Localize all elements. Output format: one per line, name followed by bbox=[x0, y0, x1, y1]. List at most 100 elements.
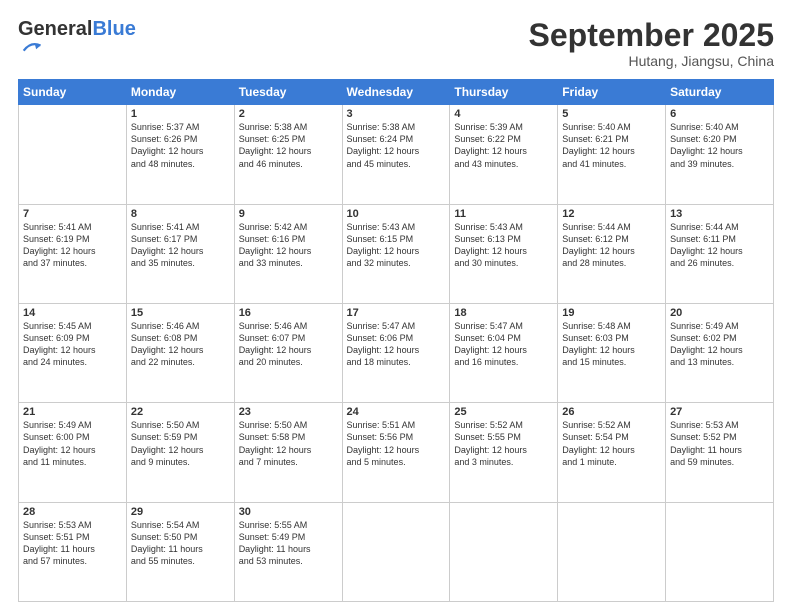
table-row: 2Sunrise: 5:38 AMSunset: 6:25 PMDaylight… bbox=[234, 105, 342, 204]
day-number: 12 bbox=[562, 208, 661, 220]
day-number: 6 bbox=[670, 108, 769, 120]
day-number: 1 bbox=[131, 108, 230, 120]
table-row bbox=[342, 502, 450, 601]
day-number: 30 bbox=[239, 506, 338, 518]
calendar-page: GeneralBlue September 2025 Hutang, Jiang… bbox=[0, 0, 792, 612]
table-row: 3Sunrise: 5:38 AMSunset: 6:24 PMDaylight… bbox=[342, 105, 450, 204]
day-info: Sunrise: 5:44 AMSunset: 6:12 PMDaylight:… bbox=[562, 221, 661, 270]
day-number: 25 bbox=[454, 406, 553, 418]
table-row: 13Sunrise: 5:44 AMSunset: 6:11 PMDayligh… bbox=[666, 204, 774, 303]
table-row: 22Sunrise: 5:50 AMSunset: 5:59 PMDayligh… bbox=[126, 403, 234, 502]
table-row: 27Sunrise: 5:53 AMSunset: 5:52 PMDayligh… bbox=[666, 403, 774, 502]
day-number: 26 bbox=[562, 406, 661, 418]
location: Hutang, Jiangsu, China bbox=[529, 53, 774, 69]
table-row: 10Sunrise: 5:43 AMSunset: 6:15 PMDayligh… bbox=[342, 204, 450, 303]
table-row: 6Sunrise: 5:40 AMSunset: 6:20 PMDaylight… bbox=[666, 105, 774, 204]
table-row: 8Sunrise: 5:41 AMSunset: 6:17 PMDaylight… bbox=[126, 204, 234, 303]
table-row: 21Sunrise: 5:49 AMSunset: 6:00 PMDayligh… bbox=[19, 403, 127, 502]
day-number: 9 bbox=[239, 208, 338, 220]
day-info: Sunrise: 5:52 AMSunset: 5:55 PMDaylight:… bbox=[454, 419, 553, 468]
day-number: 21 bbox=[23, 406, 122, 418]
calendar-week-row: 1Sunrise: 5:37 AMSunset: 6:26 PMDaylight… bbox=[19, 105, 774, 204]
table-row: 9Sunrise: 5:42 AMSunset: 6:16 PMDaylight… bbox=[234, 204, 342, 303]
header-friday: Friday bbox=[558, 80, 666, 105]
table-row bbox=[558, 502, 666, 601]
day-info: Sunrise: 5:49 AMSunset: 6:02 PMDaylight:… bbox=[670, 320, 769, 369]
day-number: 5 bbox=[562, 108, 661, 120]
day-info: Sunrise: 5:47 AMSunset: 6:04 PMDaylight:… bbox=[454, 320, 553, 369]
header-monday: Monday bbox=[126, 80, 234, 105]
day-number: 28 bbox=[23, 506, 122, 518]
table-row: 28Sunrise: 5:53 AMSunset: 5:51 PMDayligh… bbox=[19, 502, 127, 601]
table-row: 5Sunrise: 5:40 AMSunset: 6:21 PMDaylight… bbox=[558, 105, 666, 204]
day-info: Sunrise: 5:43 AMSunset: 6:15 PMDaylight:… bbox=[347, 221, 446, 270]
header-wednesday: Wednesday bbox=[342, 80, 450, 105]
day-info: Sunrise: 5:40 AMSunset: 6:21 PMDaylight:… bbox=[562, 121, 661, 170]
weekday-header-row: Sunday Monday Tuesday Wednesday Thursday… bbox=[19, 80, 774, 105]
table-row: 19Sunrise: 5:48 AMSunset: 6:03 PMDayligh… bbox=[558, 303, 666, 402]
table-row: 24Sunrise: 5:51 AMSunset: 5:56 PMDayligh… bbox=[342, 403, 450, 502]
day-info: Sunrise: 5:48 AMSunset: 6:03 PMDaylight:… bbox=[562, 320, 661, 369]
day-info: Sunrise: 5:45 AMSunset: 6:09 PMDaylight:… bbox=[23, 320, 122, 369]
calendar-week-row: 7Sunrise: 5:41 AMSunset: 6:19 PMDaylight… bbox=[19, 204, 774, 303]
day-info: Sunrise: 5:46 AMSunset: 6:07 PMDaylight:… bbox=[239, 320, 338, 369]
day-number: 16 bbox=[239, 307, 338, 319]
day-number: 18 bbox=[454, 307, 553, 319]
table-row: 16Sunrise: 5:46 AMSunset: 6:07 PMDayligh… bbox=[234, 303, 342, 402]
day-info: Sunrise: 5:38 AMSunset: 6:24 PMDaylight:… bbox=[347, 121, 446, 170]
day-number: 27 bbox=[670, 406, 769, 418]
day-number: 22 bbox=[131, 406, 230, 418]
day-info: Sunrise: 5:42 AMSunset: 6:16 PMDaylight:… bbox=[239, 221, 338, 270]
day-number: 20 bbox=[670, 307, 769, 319]
day-number: 17 bbox=[347, 307, 446, 319]
calendar-week-row: 28Sunrise: 5:53 AMSunset: 5:51 PMDayligh… bbox=[19, 502, 774, 601]
calendar-week-row: 21Sunrise: 5:49 AMSunset: 6:00 PMDayligh… bbox=[19, 403, 774, 502]
day-info: Sunrise: 5:47 AMSunset: 6:06 PMDaylight:… bbox=[347, 320, 446, 369]
day-number: 15 bbox=[131, 307, 230, 319]
table-row: 7Sunrise: 5:41 AMSunset: 6:19 PMDaylight… bbox=[19, 204, 127, 303]
calendar-week-row: 14Sunrise: 5:45 AMSunset: 6:09 PMDayligh… bbox=[19, 303, 774, 402]
logo-blue: Blue bbox=[92, 18, 135, 40]
day-number: 19 bbox=[562, 307, 661, 319]
header-thursday: Thursday bbox=[450, 80, 558, 105]
day-number: 3 bbox=[347, 108, 446, 120]
calendar-table: Sunday Monday Tuesday Wednesday Thursday… bbox=[18, 79, 774, 602]
table-row: 15Sunrise: 5:46 AMSunset: 6:08 PMDayligh… bbox=[126, 303, 234, 402]
table-row: 25Sunrise: 5:52 AMSunset: 5:55 PMDayligh… bbox=[450, 403, 558, 502]
day-info: Sunrise: 5:53 AMSunset: 5:52 PMDaylight:… bbox=[670, 419, 769, 468]
day-number: 23 bbox=[239, 406, 338, 418]
header: GeneralBlue September 2025 Hutang, Jiang… bbox=[18, 18, 774, 69]
table-row: 14Sunrise: 5:45 AMSunset: 6:09 PMDayligh… bbox=[19, 303, 127, 402]
table-row bbox=[450, 502, 558, 601]
day-number: 7 bbox=[23, 208, 122, 220]
day-number: 14 bbox=[23, 307, 122, 319]
day-info: Sunrise: 5:54 AMSunset: 5:50 PMDaylight:… bbox=[131, 519, 230, 568]
day-number: 8 bbox=[131, 208, 230, 220]
day-info: Sunrise: 5:41 AMSunset: 6:17 PMDaylight:… bbox=[131, 221, 230, 270]
day-info: Sunrise: 5:39 AMSunset: 6:22 PMDaylight:… bbox=[454, 121, 553, 170]
header-saturday: Saturday bbox=[666, 80, 774, 105]
table-row: 12Sunrise: 5:44 AMSunset: 6:12 PMDayligh… bbox=[558, 204, 666, 303]
day-info: Sunrise: 5:51 AMSunset: 5:56 PMDaylight:… bbox=[347, 419, 446, 468]
table-row: 23Sunrise: 5:50 AMSunset: 5:58 PMDayligh… bbox=[234, 403, 342, 502]
logo: GeneralBlue bbox=[18, 18, 136, 63]
day-info: Sunrise: 5:50 AMSunset: 5:59 PMDaylight:… bbox=[131, 419, 230, 468]
day-number: 4 bbox=[454, 108, 553, 120]
day-info: Sunrise: 5:37 AMSunset: 6:26 PMDaylight:… bbox=[131, 121, 230, 170]
table-row: 11Sunrise: 5:43 AMSunset: 6:13 PMDayligh… bbox=[450, 204, 558, 303]
day-info: Sunrise: 5:53 AMSunset: 5:51 PMDaylight:… bbox=[23, 519, 122, 568]
table-row: 4Sunrise: 5:39 AMSunset: 6:22 PMDaylight… bbox=[450, 105, 558, 204]
day-number: 2 bbox=[239, 108, 338, 120]
table-row: 18Sunrise: 5:47 AMSunset: 6:04 PMDayligh… bbox=[450, 303, 558, 402]
day-number: 10 bbox=[347, 208, 446, 220]
table-row: 17Sunrise: 5:47 AMSunset: 6:06 PMDayligh… bbox=[342, 303, 450, 402]
header-tuesday: Tuesday bbox=[234, 80, 342, 105]
table-row: 29Sunrise: 5:54 AMSunset: 5:50 PMDayligh… bbox=[126, 502, 234, 601]
day-info: Sunrise: 5:38 AMSunset: 6:25 PMDaylight:… bbox=[239, 121, 338, 170]
day-info: Sunrise: 5:49 AMSunset: 6:00 PMDaylight:… bbox=[23, 419, 122, 468]
day-number: 24 bbox=[347, 406, 446, 418]
day-info: Sunrise: 5:46 AMSunset: 6:08 PMDaylight:… bbox=[131, 320, 230, 369]
day-info: Sunrise: 5:43 AMSunset: 6:13 PMDaylight:… bbox=[454, 221, 553, 270]
day-number: 11 bbox=[454, 208, 553, 220]
day-number: 29 bbox=[131, 506, 230, 518]
